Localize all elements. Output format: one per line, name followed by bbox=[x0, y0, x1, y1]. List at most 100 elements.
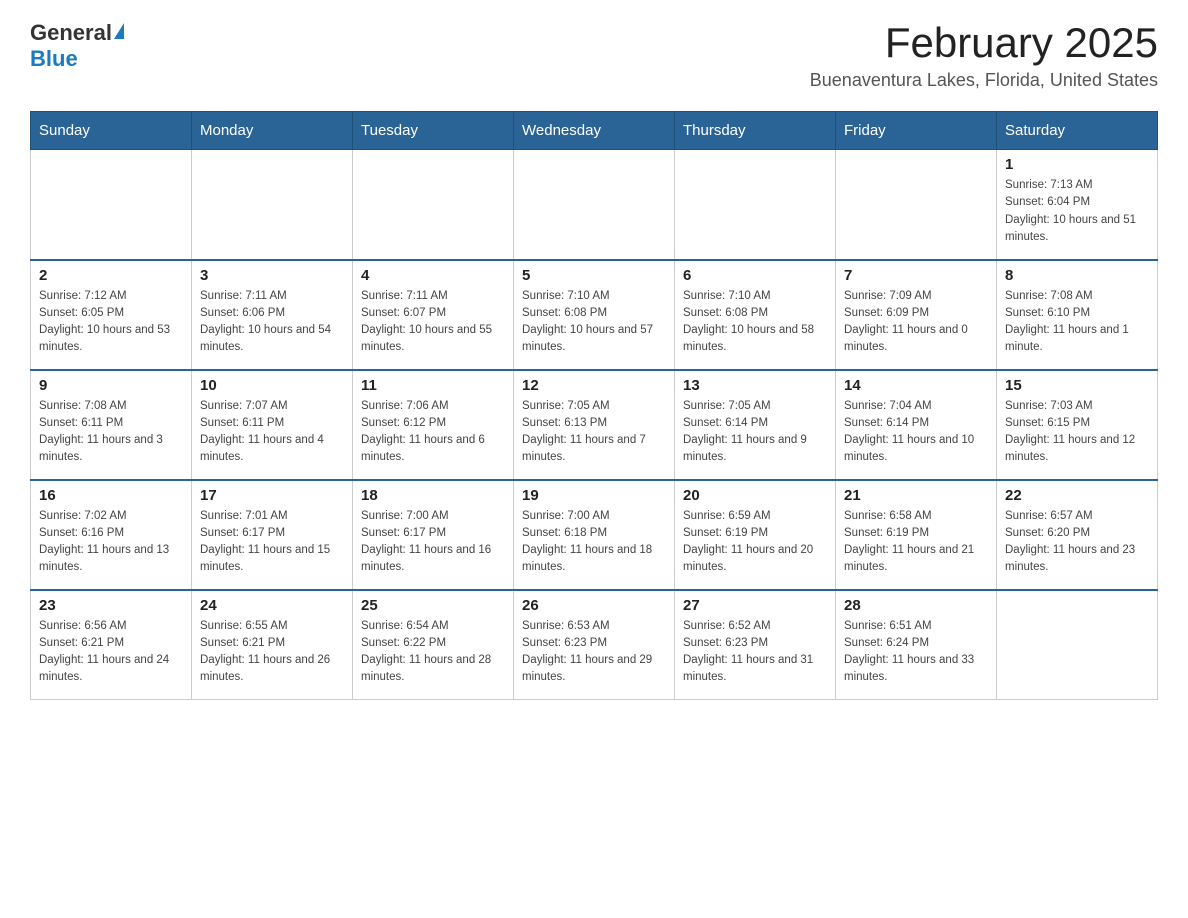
calendar-cell-w2-d3: 4 Sunrise: 7:11 AMSunset: 6:07 PMDaylight… bbox=[353, 260, 514, 370]
day-number: 14 bbox=[844, 377, 988, 394]
day-info: Sunrise: 6:55 AMSunset: 6:21 PMDaylight:… bbox=[200, 618, 344, 687]
calendar-cell-w1-d7: 1 Sunrise: 7:13 AMSunset: 6:04 PMDaylight… bbox=[997, 150, 1158, 260]
header-thursday: Thursday bbox=[675, 112, 836, 150]
day-number: 5 bbox=[522, 267, 666, 284]
day-number: 8 bbox=[1005, 267, 1149, 284]
logo: General Blue bbox=[30, 20, 124, 72]
day-number: 24 bbox=[200, 597, 344, 614]
day-number: 25 bbox=[361, 597, 505, 614]
header-tuesday: Tuesday bbox=[353, 112, 514, 150]
day-info: Sunrise: 6:56 AMSunset: 6:21 PMDaylight:… bbox=[39, 618, 183, 687]
day-info: Sunrise: 7:13 AMSunset: 6:04 PMDaylight:… bbox=[1005, 177, 1149, 246]
calendar-cell-w1-d6 bbox=[836, 150, 997, 260]
calendar-cell-w2-d2: 3Sunrise: 7:11 AMSunset: 6:06 PMDaylight… bbox=[192, 260, 353, 370]
calendar-week-5: 23 Sunrise: 6:56 AMSunset: 6:21 PMDayligh… bbox=[31, 590, 1158, 700]
calendar-header: Sunday Monday Tuesday Wednesday Thursday… bbox=[31, 112, 1158, 150]
calendar-cell-w3-d7: 15 Sunrise: 7:03 AMSunset: 6:15 PMDayligh… bbox=[997, 370, 1158, 480]
day-info: Sunrise: 7:07 AMSunset: 6:11 PMDaylight:… bbox=[200, 398, 344, 467]
day-info: Sunrise: 7:05 AMSunset: 6:14 PMDaylight:… bbox=[683, 398, 827, 467]
calendar-cell-w5-d2: 24 Sunrise: 6:55 AMSunset: 6:21 PMDayligh… bbox=[192, 590, 353, 700]
calendar-cell-w1-d4 bbox=[514, 150, 675, 260]
calendar-cell-w5-d3: 25 Sunrise: 6:54 AMSunset: 6:22 PMDayligh… bbox=[353, 590, 514, 700]
header-row: Sunday Monday Tuesday Wednesday Thursday… bbox=[31, 112, 1158, 150]
header-saturday: Saturday bbox=[997, 112, 1158, 150]
day-number: 21 bbox=[844, 487, 988, 504]
calendar-cell-w3-d1: 9Sunrise: 7:08 AMSunset: 6:11 PMDaylight… bbox=[31, 370, 192, 480]
day-number: 12 bbox=[522, 377, 666, 394]
day-info: Sunrise: 6:53 AMSunset: 6:23 PMDaylight:… bbox=[522, 618, 666, 687]
calendar-cell-w5-d1: 23 Sunrise: 6:56 AMSunset: 6:21 PMDayligh… bbox=[31, 590, 192, 700]
day-info: Sunrise: 6:59 AMSunset: 6:19 PMDaylight:… bbox=[683, 508, 827, 577]
day-info: Sunrise: 7:11 AMSunset: 6:06 PMDaylight:… bbox=[200, 288, 344, 357]
day-info: Sunrise: 7:03 AMSunset: 6:15 PMDaylight:… bbox=[1005, 398, 1149, 467]
calendar-cell-w4-d3: 18 Sunrise: 7:00 AMSunset: 6:17 PMDayligh… bbox=[353, 480, 514, 590]
day-number: 18 bbox=[361, 487, 505, 504]
day-info: Sunrise: 7:12 AMSunset: 6:05 PMDaylight:… bbox=[39, 288, 183, 357]
day-info: Sunrise: 6:52 AMSunset: 6:23 PMDaylight:… bbox=[683, 618, 827, 687]
day-info: Sunrise: 7:00 AMSunset: 6:17 PMDaylight:… bbox=[361, 508, 505, 577]
calendar-cell-w5-d4: 26 Sunrise: 6:53 AMSunset: 6:23 PMDayligh… bbox=[514, 590, 675, 700]
logo-triangle-icon bbox=[114, 23, 124, 39]
calendar-body: 1 Sunrise: 7:13 AMSunset: 6:04 PMDaylight… bbox=[31, 150, 1158, 700]
day-number: 4 bbox=[361, 267, 505, 284]
day-info: Sunrise: 7:04 AMSunset: 6:14 PMDaylight:… bbox=[844, 398, 988, 467]
day-number: 10 bbox=[200, 377, 344, 394]
header-monday: Monday bbox=[192, 112, 353, 150]
day-number: 13 bbox=[683, 377, 827, 394]
day-info: Sunrise: 7:08 AMSunset: 6:10 PMDaylight:… bbox=[1005, 288, 1149, 357]
day-number: 1 bbox=[1005, 156, 1149, 173]
calendar-week-3: 9Sunrise: 7:08 AMSunset: 6:11 PMDaylight… bbox=[31, 370, 1158, 480]
calendar-cell-w5-d5: 27Sunrise: 6:52 AMSunset: 6:23 PMDayligh… bbox=[675, 590, 836, 700]
calendar-cell-w1-d3 bbox=[353, 150, 514, 260]
day-info: Sunrise: 7:05 AMSunset: 6:13 PMDaylight:… bbox=[522, 398, 666, 467]
calendar-cell-w4-d5: 20 Sunrise: 6:59 AMSunset: 6:19 PMDayligh… bbox=[675, 480, 836, 590]
day-info: Sunrise: 7:11 AMSunset: 6:07 PMDaylight:… bbox=[361, 288, 505, 357]
calendar-cell-w3-d6: 14 Sunrise: 7:04 AMSunset: 6:14 PMDayligh… bbox=[836, 370, 997, 480]
page-header: General Blue February 2025 Buenaventura … bbox=[30, 20, 1158, 91]
calendar-title: February 2025 bbox=[810, 20, 1158, 66]
calendar-cell-w5-d7 bbox=[997, 590, 1158, 700]
calendar-week-1: 1 Sunrise: 7:13 AMSunset: 6:04 PMDaylight… bbox=[31, 150, 1158, 260]
day-info: Sunrise: 7:06 AMSunset: 6:12 PMDaylight:… bbox=[361, 398, 505, 467]
header-friday: Friday bbox=[836, 112, 997, 150]
day-info: Sunrise: 7:02 AMSunset: 6:16 PMDaylight:… bbox=[39, 508, 183, 577]
calendar-cell-w3-d5: 13 Sunrise: 7:05 AMSunset: 6:14 PMDayligh… bbox=[675, 370, 836, 480]
day-number: 28 bbox=[844, 597, 988, 614]
calendar-cell-w1-d5 bbox=[675, 150, 836, 260]
calendar-cell-w2-d7: 8 Sunrise: 7:08 AMSunset: 6:10 PMDaylight… bbox=[997, 260, 1158, 370]
day-number: 20 bbox=[683, 487, 827, 504]
day-number: 6 bbox=[683, 267, 827, 284]
day-number: 11 bbox=[361, 377, 505, 394]
calendar-cell-w3-d4: 12 Sunrise: 7:05 AMSunset: 6:13 PMDayligh… bbox=[514, 370, 675, 480]
calendar-cell-w3-d2: 10 Sunrise: 7:07 AMSunset: 6:11 PMDayligh… bbox=[192, 370, 353, 480]
day-info: Sunrise: 7:10 AMSunset: 6:08 PMDaylight:… bbox=[683, 288, 827, 357]
calendar-cell-w3-d3: 11 Sunrise: 7:06 AMSunset: 6:12 PMDayligh… bbox=[353, 370, 514, 480]
calendar-cell-w4-d6: 21 Sunrise: 6:58 AMSunset: 6:19 PMDayligh… bbox=[836, 480, 997, 590]
logo-blue-text: Blue bbox=[30, 46, 78, 72]
calendar-cell-w1-d2 bbox=[192, 150, 353, 260]
calendar-week-4: 16Sunrise: 7:02 AMSunset: 6:16 PMDayligh… bbox=[31, 480, 1158, 590]
calendar-table: Sunday Monday Tuesday Wednesday Thursday… bbox=[30, 111, 1158, 700]
day-number: 9 bbox=[39, 377, 183, 394]
calendar-cell-w1-d1 bbox=[31, 150, 192, 260]
day-number: 22 bbox=[1005, 487, 1149, 504]
day-number: 15 bbox=[1005, 377, 1149, 394]
day-number: 23 bbox=[39, 597, 183, 614]
day-number: 26 bbox=[522, 597, 666, 614]
day-info: Sunrise: 6:54 AMSunset: 6:22 PMDaylight:… bbox=[361, 618, 505, 687]
calendar-cell-w2-d6: 7Sunrise: 7:09 AMSunset: 6:09 PMDaylight… bbox=[836, 260, 997, 370]
logo-general-text: General bbox=[30, 20, 112, 46]
calendar-cell-w4-d2: 17Sunrise: 7:01 AMSunset: 6:17 PMDayligh… bbox=[192, 480, 353, 590]
calendar-cell-w2-d1: 2 Sunrise: 7:12 AMSunset: 6:05 PMDaylight… bbox=[31, 260, 192, 370]
day-info: Sunrise: 7:10 AMSunset: 6:08 PMDaylight:… bbox=[522, 288, 666, 357]
day-info: Sunrise: 6:58 AMSunset: 6:19 PMDaylight:… bbox=[844, 508, 988, 577]
day-number: 19 bbox=[522, 487, 666, 504]
day-info: Sunrise: 6:51 AMSunset: 6:24 PMDaylight:… bbox=[844, 618, 988, 687]
day-info: Sunrise: 7:01 AMSunset: 6:17 PMDaylight:… bbox=[200, 508, 344, 577]
calendar-week-2: 2 Sunrise: 7:12 AMSunset: 6:05 PMDaylight… bbox=[31, 260, 1158, 370]
day-number: 2 bbox=[39, 267, 183, 284]
day-info: Sunrise: 7:09 AMSunset: 6:09 PMDaylight:… bbox=[844, 288, 988, 357]
header-wednesday: Wednesday bbox=[514, 112, 675, 150]
header-sunday: Sunday bbox=[31, 112, 192, 150]
title-block: February 2025 Buenaventura Lakes, Florid… bbox=[810, 20, 1158, 91]
